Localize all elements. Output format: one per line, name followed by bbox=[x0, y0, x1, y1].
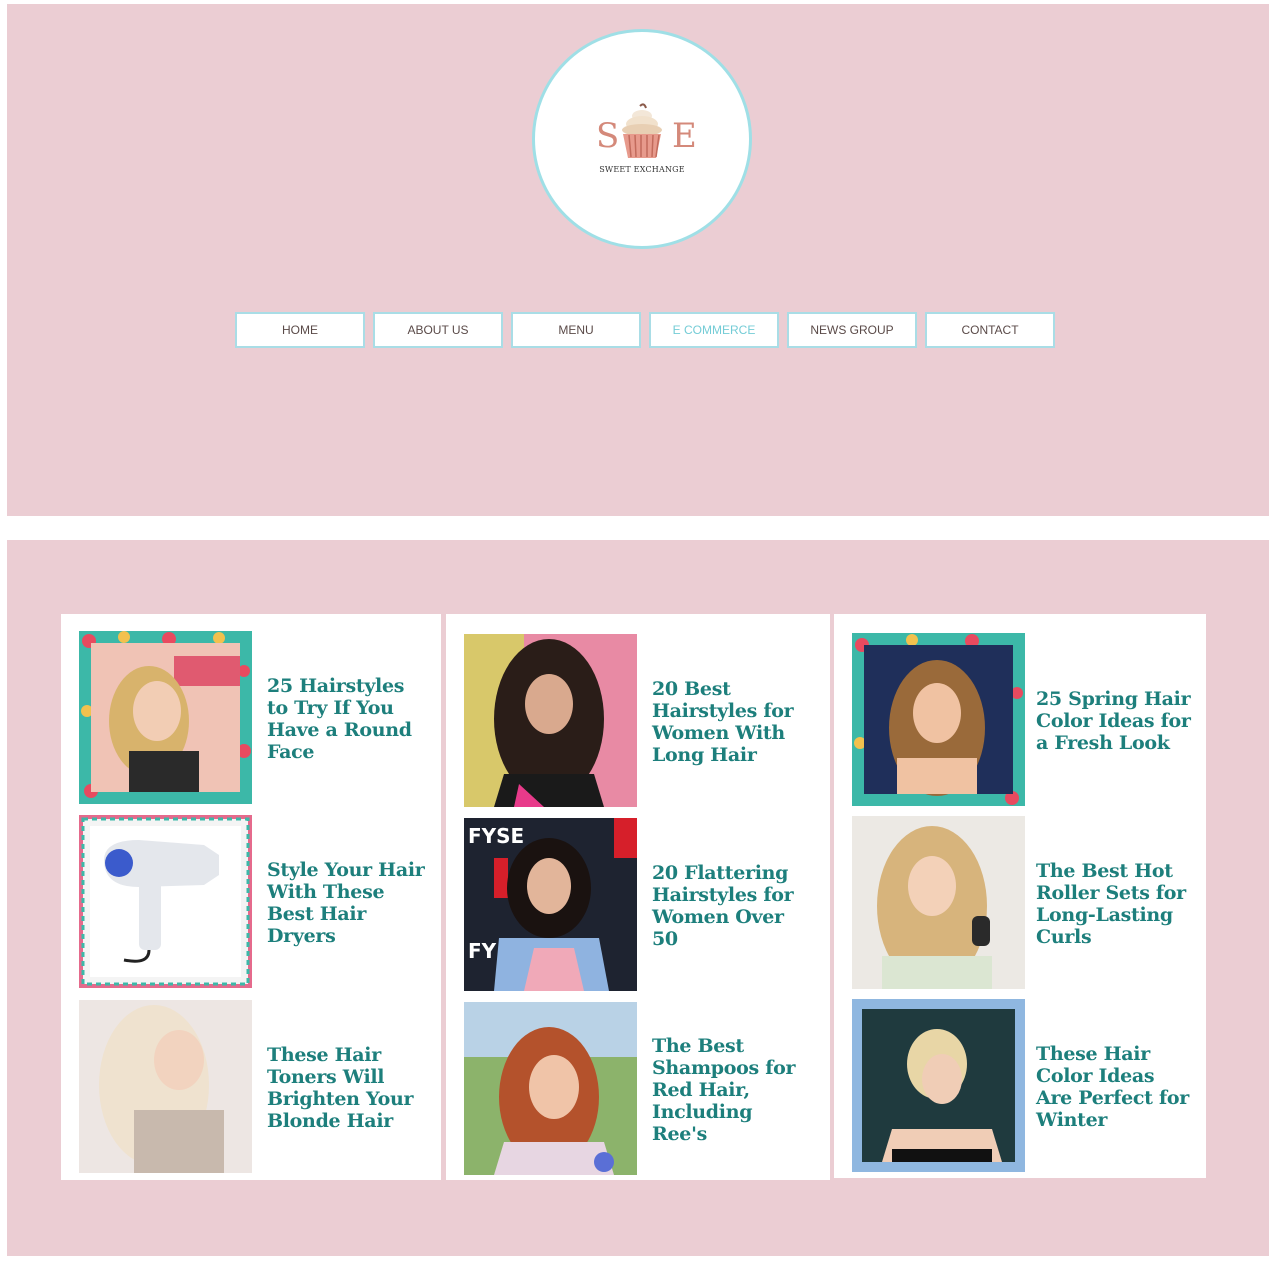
article-thumbnail[interactable] bbox=[79, 1000, 252, 1173]
article-thumbnail[interactable]: FYSE FY bbox=[464, 818, 637, 991]
svg-text:FYSE: FYSE bbox=[468, 824, 524, 848]
main-navigation: HOME ABOUT US MENU E COMMERCE NEWS GROUP… bbox=[235, 312, 1055, 348]
nav-menu[interactable]: MENU bbox=[511, 312, 641, 348]
article-thumbnail[interactable] bbox=[464, 1002, 637, 1175]
article-item[interactable]: 25 Spring Hair Color Ideas for a Fresh L… bbox=[852, 633, 1198, 808]
cupcake-icon bbox=[622, 103, 662, 158]
logo-tagline: SWEET EXCHANGE bbox=[599, 165, 685, 174]
svg-text:FY: FY bbox=[468, 939, 497, 963]
article-column-2: 20 Best Hairstyles for Women With Long H… bbox=[446, 614, 830, 1180]
article-item[interactable]: FYSE FY 20 Flattering Hairstyles for Wom… bbox=[464, 818, 820, 993]
article-title[interactable]: 20 Best Hairstyles for Women With Long H… bbox=[652, 634, 812, 809]
logo-letter-s: S bbox=[596, 116, 620, 156]
article-title[interactable]: Style Your Hair With These Best Hair Dry… bbox=[267, 815, 427, 990]
article-title[interactable]: The Best Hot Roller Sets for Long-Lastin… bbox=[1036, 816, 1196, 991]
article-column-3: 25 Spring Hair Color Ideas for a Fresh L… bbox=[834, 614, 1206, 1178]
article-column-1: 25 Hairstyles to Try If You Have a Round… bbox=[61, 614, 441, 1180]
article-thumbnail[interactable] bbox=[852, 816, 1025, 989]
article-title[interactable]: 25 Hairstyles to Try If You Have a Round… bbox=[267, 631, 427, 806]
article-title[interactable]: 25 Spring Hair Color Ideas for a Fresh L… bbox=[1036, 633, 1196, 808]
header-panel: S E SWEET EXCHANGE HOME ABOUT US MENU E … bbox=[7, 4, 1269, 516]
article-thumbnail[interactable] bbox=[79, 631, 252, 804]
article-item[interactable]: 25 Hairstyles to Try If You Have a Round… bbox=[79, 631, 429, 806]
nav-news-group[interactable]: NEWS GROUP bbox=[787, 312, 917, 348]
article-item[interactable]: 20 Best Hairstyles for Women With Long H… bbox=[464, 634, 820, 809]
article-item[interactable]: The Best Hot Roller Sets for Long-Lastin… bbox=[852, 816, 1198, 991]
article-title[interactable]: 20 Flattering Hairstyles for Women Over … bbox=[652, 818, 812, 993]
articles-panel: 25 Hairstyles to Try If You Have a Round… bbox=[7, 540, 1269, 1256]
article-item[interactable]: These Hair Color Ideas Are Perfect for W… bbox=[852, 999, 1198, 1174]
article-item[interactable]: These Hair Toners Will Brighten Your Blo… bbox=[79, 1000, 429, 1175]
nav-contact[interactable]: CONTACT bbox=[925, 312, 1055, 348]
article-title[interactable]: The Best Shampoos for Red Hair, Includin… bbox=[652, 1002, 812, 1177]
nav-home[interactable]: HOME bbox=[235, 312, 365, 348]
nav-about-us[interactable]: ABOUT US bbox=[373, 312, 503, 348]
article-thumbnail[interactable] bbox=[852, 999, 1025, 1172]
article-item[interactable]: Style Your Hair With These Best Hair Dry… bbox=[79, 815, 429, 990]
article-title[interactable]: These Hair Color Ideas Are Perfect for W… bbox=[1036, 999, 1196, 1174]
article-thumbnail[interactable] bbox=[852, 633, 1025, 806]
nav-e-commerce[interactable]: E COMMERCE bbox=[649, 312, 779, 348]
article-thumbnail[interactable] bbox=[79, 815, 252, 988]
logo-letter-e: E bbox=[672, 116, 697, 156]
site-logo[interactable]: S E SWEET EXCHANGE bbox=[532, 29, 752, 249]
article-item[interactable]: The Best Shampoos for Red Hair, Includin… bbox=[464, 1002, 820, 1177]
article-thumbnail[interactable] bbox=[464, 634, 637, 807]
article-title[interactable]: These Hair Toners Will Brighten Your Blo… bbox=[267, 1000, 427, 1175]
